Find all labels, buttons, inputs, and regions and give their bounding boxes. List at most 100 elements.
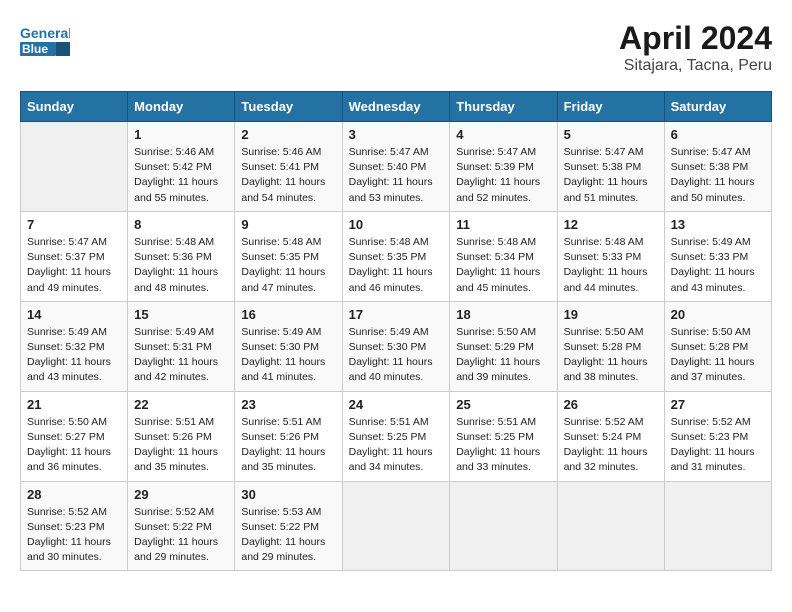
cell-day-number: 6 [671, 127, 765, 142]
cell-info-text: Sunrise: 5:51 AM Sunset: 5:25 PM Dayligh… [456, 415, 550, 476]
svg-text:Blue: Blue [22, 42, 48, 56]
cell-day-number: 21 [27, 397, 121, 412]
cell-info-text: Sunrise: 5:50 AM Sunset: 5:29 PM Dayligh… [456, 325, 550, 386]
cell-info-text: Sunrise: 5:48 AM Sunset: 5:36 PM Dayligh… [134, 235, 228, 296]
cell-day-number: 24 [349, 397, 444, 412]
calendar-cell: 1Sunrise: 5:46 AM Sunset: 5:42 PM Daylig… [128, 122, 235, 212]
cell-info-text: Sunrise: 5:50 AM Sunset: 5:28 PM Dayligh… [671, 325, 765, 386]
weekday-header-monday: Monday [128, 92, 235, 122]
calendar-subtitle: Sitajara, Tacna, Peru [619, 57, 772, 75]
cell-info-text: Sunrise: 5:51 AM Sunset: 5:26 PM Dayligh… [134, 415, 228, 476]
calendar-body: 1Sunrise: 5:46 AM Sunset: 5:42 PM Daylig… [21, 122, 772, 571]
cell-info-text: Sunrise: 5:50 AM Sunset: 5:27 PM Dayligh… [27, 415, 121, 476]
cell-day-number: 3 [349, 127, 444, 142]
cell-day-number: 8 [134, 217, 228, 232]
cell-info-text: Sunrise: 5:47 AM Sunset: 5:40 PM Dayligh… [349, 145, 444, 206]
weekday-header-sunday: Sunday [21, 92, 128, 122]
cell-info-text: Sunrise: 5:48 AM Sunset: 5:34 PM Dayligh… [456, 235, 550, 296]
cell-info-text: Sunrise: 5:48 AM Sunset: 5:35 PM Dayligh… [241, 235, 335, 296]
calendar-cell: 28 Sunrise: 5:52 AM Sunset: 5:23 PM Dayli… [21, 481, 128, 571]
cell-day-number: 23 [241, 397, 335, 412]
calendar-cell: 3 Sunrise: 5:47 AM Sunset: 5:40 PM Daylig… [342, 122, 450, 212]
calendar-cell: 26 Sunrise: 5:52 AM Sunset: 5:24 PM Dayli… [557, 391, 664, 481]
calendar-week-1: 1Sunrise: 5:46 AM Sunset: 5:42 PM Daylig… [21, 122, 772, 212]
cell-info-text: Sunrise: 5:52 AM Sunset: 5:24 PM Dayligh… [564, 415, 658, 476]
calendar-cell: 16Sunrise: 5:49 AM Sunset: 5:30 PM Dayli… [235, 301, 342, 391]
cell-day-number: 13 [671, 217, 765, 232]
cell-info-text: Sunrise: 5:47 AM Sunset: 5:37 PM Dayligh… [27, 235, 121, 296]
calendar-cell: 2Sunrise: 5:46 AM Sunset: 5:41 PM Daylig… [235, 122, 342, 212]
cell-info-text: Sunrise: 5:51 AM Sunset: 5:26 PM Dayligh… [241, 415, 335, 476]
weekday-header-row: SundayMondayTuesdayWednesdayThursdayFrid… [21, 92, 772, 122]
calendar-cell [21, 122, 128, 212]
cell-day-number: 11 [456, 217, 550, 232]
calendar-cell: 20 Sunrise: 5:50 AM Sunset: 5:28 PM Dayli… [664, 301, 771, 391]
cell-info-text: Sunrise: 5:48 AM Sunset: 5:35 PM Dayligh… [349, 235, 444, 296]
cell-day-number: 19 [564, 307, 658, 322]
cell-day-number: 7 [27, 217, 121, 232]
cell-day-number: 12 [564, 217, 658, 232]
calendar-cell: 17 Sunrise: 5:49 AM Sunset: 5:30 PM Dayli… [342, 301, 450, 391]
calendar-cell: 22 Sunrise: 5:51 AM Sunset: 5:26 PM Dayli… [128, 391, 235, 481]
calendar-cell: 15 Sunrise: 5:49 AM Sunset: 5:31 PM Dayli… [128, 301, 235, 391]
cell-day-number: 15 [134, 307, 228, 322]
cell-day-number: 28 [27, 487, 121, 502]
calendar-week-4: 21 Sunrise: 5:50 AM Sunset: 5:27 PM Dayli… [21, 391, 772, 481]
cell-day-number: 16 [241, 307, 335, 322]
cell-day-number: 5 [564, 127, 658, 142]
weekday-header-friday: Friday [557, 92, 664, 122]
cell-day-number: 1 [134, 127, 228, 142]
cell-info-text: Sunrise: 5:49 AM Sunset: 5:31 PM Dayligh… [134, 325, 228, 386]
cell-day-number: 29 [134, 487, 228, 502]
calendar-cell: 4Sunrise: 5:47 AM Sunset: 5:39 PM Daylig… [450, 122, 557, 212]
calendar-cell: 8 Sunrise: 5:48 AM Sunset: 5:36 PM Daylig… [128, 211, 235, 301]
calendar-cell [664, 481, 771, 571]
cell-day-number: 20 [671, 307, 765, 322]
calendar-cell: 13 Sunrise: 5:49 AM Sunset: 5:33 PM Dayli… [664, 211, 771, 301]
calendar-cell: 6 Sunrise: 5:47 AM Sunset: 5:38 PM Daylig… [664, 122, 771, 212]
weekday-header-tuesday: Tuesday [235, 92, 342, 122]
calendar-cell: 21 Sunrise: 5:50 AM Sunset: 5:27 PM Dayli… [21, 391, 128, 481]
logo-icon: General Blue [20, 20, 70, 60]
cell-day-number: 14 [27, 307, 121, 322]
weekday-header-wednesday: Wednesday [342, 92, 450, 122]
calendar-cell [557, 481, 664, 571]
calendar-week-3: 14 Sunrise: 5:49 AM Sunset: 5:32 PM Dayli… [21, 301, 772, 391]
calendar-header: SundayMondayTuesdayWednesdayThursdayFrid… [21, 92, 772, 122]
cell-info-text: Sunrise: 5:53 AM Sunset: 5:22 PM Dayligh… [241, 505, 335, 566]
cell-info-text: Sunrise: 5:49 AM Sunset: 5:32 PM Dayligh… [27, 325, 121, 386]
calendar-cell: 19Sunrise: 5:50 AM Sunset: 5:28 PM Dayli… [557, 301, 664, 391]
cell-info-text: Sunrise: 5:49 AM Sunset: 5:30 PM Dayligh… [349, 325, 444, 386]
calendar-cell: 29Sunrise: 5:52 AM Sunset: 5:22 PM Dayli… [128, 481, 235, 571]
cell-info-text: Sunrise: 5:47 AM Sunset: 5:38 PM Dayligh… [671, 145, 765, 206]
calendar-cell: 24Sunrise: 5:51 AM Sunset: 5:25 PM Dayli… [342, 391, 450, 481]
cell-info-text: Sunrise: 5:47 AM Sunset: 5:39 PM Dayligh… [456, 145, 550, 206]
cell-day-number: 26 [564, 397, 658, 412]
calendar-cell: 27Sunrise: 5:52 AM Sunset: 5:23 PM Dayli… [664, 391, 771, 481]
cell-day-number: 18 [456, 307, 550, 322]
cell-day-number: 9 [241, 217, 335, 232]
cell-info-text: Sunrise: 5:52 AM Sunset: 5:23 PM Dayligh… [671, 415, 765, 476]
cell-day-number: 17 [349, 307, 444, 322]
cell-day-number: 30 [241, 487, 335, 502]
calendar-cell: 9 Sunrise: 5:48 AM Sunset: 5:35 PM Daylig… [235, 211, 342, 301]
svg-text:General: General [20, 25, 70, 41]
calendar-cell [450, 481, 557, 571]
calendar-title: April 2024 [619, 20, 772, 57]
cell-info-text: Sunrise: 5:48 AM Sunset: 5:33 PM Dayligh… [564, 235, 658, 296]
weekday-header-thursday: Thursday [450, 92, 557, 122]
calendar-cell: 5Sunrise: 5:47 AM Sunset: 5:38 PM Daylig… [557, 122, 664, 212]
cell-day-number: 25 [456, 397, 550, 412]
calendar-cell: 14 Sunrise: 5:49 AM Sunset: 5:32 PM Dayli… [21, 301, 128, 391]
logo: General Blue [20, 20, 70, 60]
cell-info-text: Sunrise: 5:49 AM Sunset: 5:33 PM Dayligh… [671, 235, 765, 296]
page-header: General Blue April 2024 Sitajara, Tacna,… [20, 20, 772, 75]
cell-day-number: 10 [349, 217, 444, 232]
calendar-cell: 18 Sunrise: 5:50 AM Sunset: 5:29 PM Dayli… [450, 301, 557, 391]
calendar-cell [342, 481, 450, 571]
cell-info-text: Sunrise: 5:52 AM Sunset: 5:23 PM Dayligh… [27, 505, 121, 566]
cell-day-number: 22 [134, 397, 228, 412]
title-block: April 2024 Sitajara, Tacna, Peru [619, 20, 772, 75]
calendar-cell: 12 Sunrise: 5:48 AM Sunset: 5:33 PM Dayli… [557, 211, 664, 301]
calendar-table: SundayMondayTuesdayWednesdayThursdayFrid… [20, 91, 772, 571]
